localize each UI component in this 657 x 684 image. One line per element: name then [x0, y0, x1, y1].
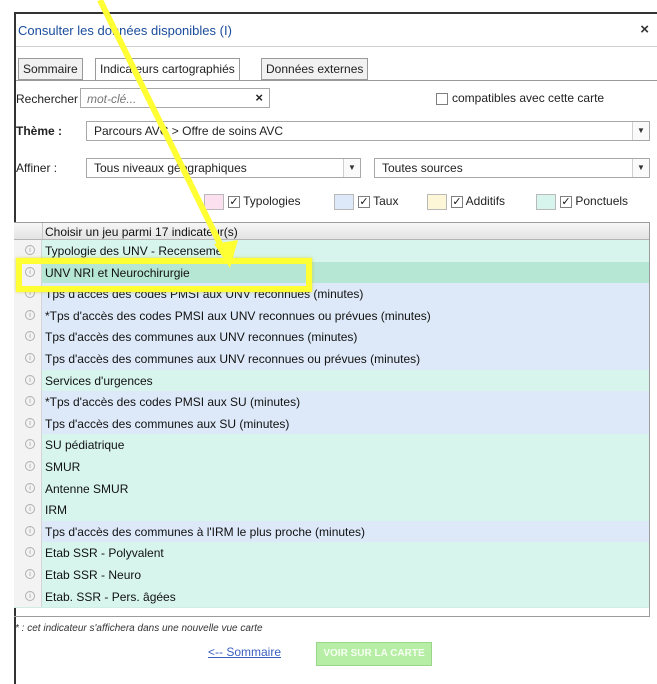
- geo-level-select[interactable]: Tous niveaux géographiques ▼: [86, 158, 361, 178]
- close-icon[interactable]: ×: [640, 21, 649, 38]
- indicator-row[interactable]: i Etab SSR - Polyvalent: [14, 542, 649, 565]
- indicator-label: Tps d'accès des communes aux SU (minutes…: [45, 416, 290, 431]
- info-icon[interactable]: i: [25, 353, 35, 363]
- tab-sommaire[interactable]: Sommaire: [18, 58, 83, 80]
- legend-item-typologies[interactable]: ✓ Typologies: [204, 194, 301, 210]
- legend-item-taux[interactable]: ✓ Taux: [334, 194, 398, 210]
- back-to-summary-link[interactable]: <-- Sommaire: [208, 645, 281, 659]
- refine-label: Affiner :: [16, 161, 58, 175]
- indicator-label: *Tps d'accès des codes PMSI aux UNV reco…: [45, 308, 431, 323]
- indicator-row[interactable]: i *Tps d'accès des codes PMSI aux UNV rec…: [14, 304, 649, 328]
- info-icon[interactable]: i: [25, 569, 35, 579]
- indicator-row[interactable]: i Tps d'accès des communes aux SU (minute…: [14, 412, 649, 436]
- info-icon[interactable]: i: [25, 417, 35, 428]
- indicator-label: *Tps d'accès des codes PMSI aux SU (minu…: [45, 395, 301, 410]
- indicator-row[interactable]: i Etab. SSR - Pers. âgées: [14, 585, 649, 609]
- additifs-checkbox[interactable]: ✓: [451, 196, 463, 208]
- indicator-label: Etab. SSR - Pers. âgées: [45, 589, 176, 604]
- indicator-label: SU pédiatrique: [45, 438, 125, 453]
- indicator-label: IRM: [45, 503, 67, 518]
- legend-label: Typologies: [243, 194, 301, 209]
- tab-donnees-externes[interactable]: Données externes: [261, 58, 369, 80]
- search-input[interactable]: [85, 90, 249, 108]
- indicator-label: Tps d'accès des communes aux UNV reconnu…: [45, 352, 421, 366]
- ponctuels-checkbox[interactable]: ✓: [560, 196, 572, 208]
- indicator-row[interactable]: i Etab SSR - Neuro: [14, 564, 649, 587]
- legend-label: Taux: [373, 194, 399, 209]
- theme-label: Thème :: [16, 124, 63, 138]
- indicator-row[interactable]: i SU pédiatrique: [14, 434, 649, 457]
- legend-item-additifs[interactable]: ✓ Additifs: [427, 194, 505, 210]
- highlight-box: [16, 258, 312, 292]
- info-icon[interactable]: i: [25, 482, 35, 493]
- grid-header: Choisir un jeu parmi 17 indicateur(s): [14, 223, 649, 240]
- info-icon[interactable]: i: [25, 590, 35, 601]
- chevron-down-icon[interactable]: ▼: [632, 122, 649, 140]
- grid-header-label: Choisir un jeu parmi 17 indicateur(s): [45, 225, 238, 239]
- search-field[interactable]: ×: [80, 88, 270, 108]
- indicator-label: Etab SSR - Neuro: [45, 568, 142, 582]
- indicator-row[interactable]: i Tps d'accès des communes aux UNV reconn…: [14, 348, 649, 371]
- indicator-label: Tps d'accès des communes aux UNV reconnu…: [45, 330, 358, 345]
- theme-select-value: Parcours AVC > Offre de soins AVC: [94, 124, 284, 138]
- indicator-row[interactable]: i SMUR: [14, 456, 649, 479]
- legend-item-ponctuels[interactable]: ✓ Ponctuels: [536, 194, 628, 210]
- info-icon[interactable]: i: [25, 525, 35, 536]
- info-icon[interactable]: i: [25, 374, 35, 385]
- compatible-label: compatibles avec cette carte: [452, 91, 605, 105]
- legend-swatch: [536, 194, 556, 210]
- legend: ✓ Typologies ✓ Taux ✓ Additifs ✓ Ponctue…: [0, 194, 657, 212]
- dialog-titlebar: Consulter les données disponibles (I) ×: [16, 14, 657, 47]
- clear-search-icon[interactable]: ×: [255, 90, 263, 105]
- indicator-row[interactable]: i IRM: [14, 499, 649, 522]
- legend-swatch: [204, 194, 224, 210]
- compatible-filter[interactable]: compatibles avec cette carte: [436, 91, 604, 105]
- geo-level-value: Tous niveaux géographiques: [94, 161, 247, 175]
- chevron-down-icon[interactable]: ▼: [343, 159, 360, 177]
- search-label: Rechercher :: [16, 92, 85, 106]
- indicator-label: Tps d'accès des communes à l'IRM le plus…: [45, 524, 366, 539]
- source-select[interactable]: Toutes sources ▼: [374, 158, 650, 178]
- legend-label: Ponctuels: [575, 194, 629, 209]
- taux-checkbox[interactable]: ✓: [358, 196, 370, 208]
- source-value: Toutes sources: [382, 161, 463, 175]
- info-icon[interactable]: i: [25, 309, 35, 320]
- legend-label: Additifs: [465, 194, 506, 209]
- legend-swatch: [334, 194, 354, 210]
- tab-underline: [16, 80, 657, 81]
- indicator-label: SMUR: [45, 460, 81, 474]
- indicator-row[interactable]: i *Tps d'accès des codes PMSI aux SU (min…: [14, 391, 649, 414]
- indicator-row[interactable]: i Tps d'accès des communes aux UNV reconn…: [14, 326, 649, 349]
- theme-select[interactable]: Parcours AVC > Offre de soins AVC ▼: [86, 121, 650, 141]
- indicator-label: Etab SSR - Polyvalent: [45, 546, 164, 561]
- legend-swatch: [427, 194, 447, 210]
- chevron-down-icon[interactable]: ▼: [632, 159, 649, 177]
- tab-indicateurs-cartographies[interactable]: Indicateurs cartographiés: [95, 58, 240, 81]
- indicator-label: Antenne SMUR: [45, 481, 129, 496]
- indicator-row[interactable]: i Services d'urgences: [14, 369, 649, 393]
- dialog-title: Consulter les données disponibles (I): [18, 23, 232, 38]
- indicator-row[interactable]: i Tps d'accès des communes à l'IRM le plu…: [14, 520, 649, 544]
- indicator-row[interactable]: i Antenne SMUR: [14, 477, 649, 501]
- info-icon[interactable]: i: [25, 461, 35, 471]
- footnote: * : cet indicateur s'affichera dans une …: [15, 623, 263, 634]
- grid-header-gutter: [14, 223, 43, 239]
- indicator-label: Typologie des UNV - Recensement: [45, 244, 233, 258]
- compatible-checkbox[interactable]: [436, 92, 448, 105]
- indicator-label: Services d'urgences: [45, 373, 153, 388]
- typologies-checkbox[interactable]: ✓: [228, 196, 240, 208]
- view-on-map-button[interactable]: VOIR SUR LA CARTE: [316, 642, 432, 666]
- info-icon[interactable]: i: [25, 245, 35, 255]
